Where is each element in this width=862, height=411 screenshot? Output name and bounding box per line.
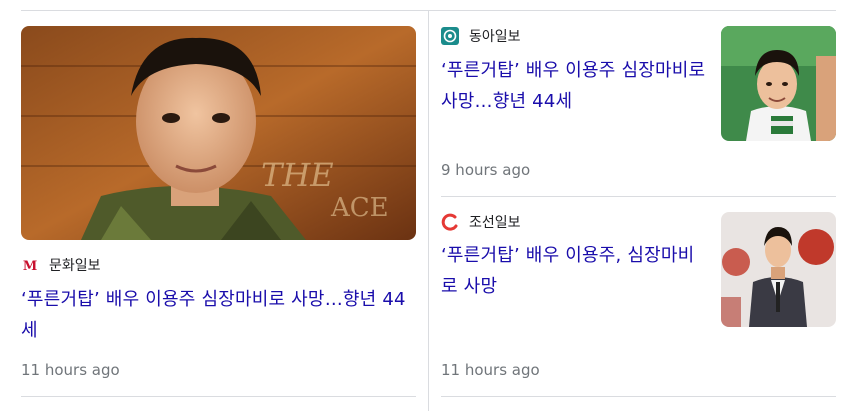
article-timestamp: 9 hours ago xyxy=(441,161,531,179)
donga-logo-icon xyxy=(441,27,459,45)
article-timestamp: 11 hours ago xyxy=(441,361,540,379)
article-thumbnail[interactable] xyxy=(721,212,836,327)
article-thumbnail-large[interactable]: THE ACE xyxy=(21,26,416,240)
munhwa-logo-icon: M xyxy=(21,256,39,274)
source-row: M 문화일보 xyxy=(21,255,101,275)
article-headline[interactable]: ‘푸른거탑’ 배우 이용주 심장마비로 사망…향년 44세 xyxy=(21,284,416,346)
source-name: 문화일보 xyxy=(49,258,101,274)
actor-photo-image: THE ACE xyxy=(21,26,416,240)
article-thumbnail[interactable] xyxy=(721,26,836,141)
actor-photo-image xyxy=(721,26,836,141)
news-card-munhwa[interactable]: THE ACE M 문화일보 ‘푸른거탑’ 배우 이용주 심장마비로 사망…향년… xyxy=(0,0,428,411)
actor-photo-image xyxy=(721,212,836,327)
article-timestamp: 11 hours ago xyxy=(21,361,120,379)
article-headline[interactable]: ‘푸른거탑’ 배우 이용주 심장마비로 사망…향년 44세 xyxy=(441,55,711,117)
article-headline[interactable]: ‘푸른거탑’ 배우 이용주, 심장마비로 사망 xyxy=(441,240,711,302)
source-name: 동아일보 xyxy=(469,29,521,45)
source-row: 동아일보 xyxy=(441,26,521,46)
svg-text:THE: THE xyxy=(261,156,334,194)
right-bottom-divider xyxy=(441,396,836,397)
svg-text:ACE: ACE xyxy=(330,193,389,223)
source-name: 조선일보 xyxy=(469,215,521,231)
chosun-logo-icon xyxy=(441,213,459,231)
svg-text:M: M xyxy=(23,259,37,272)
source-row: 조선일보 xyxy=(441,212,521,232)
